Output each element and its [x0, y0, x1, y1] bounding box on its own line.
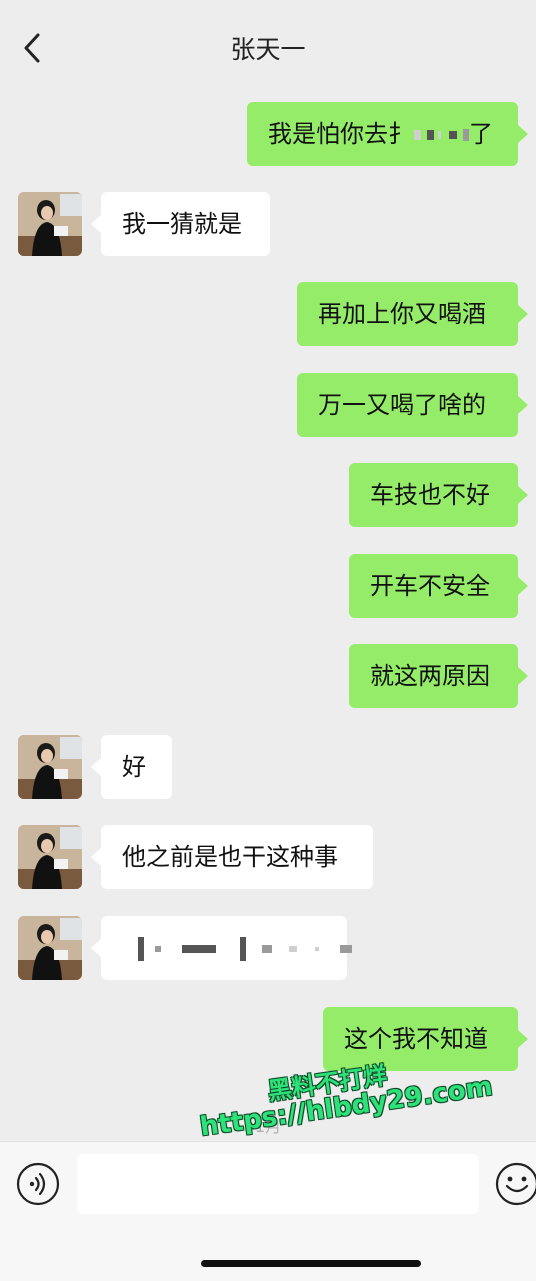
- message-text: 就这两原因: [370, 662, 490, 690]
- sent-message-bubble[interactable]: 我是怕你去扌 了: [247, 102, 528, 166]
- avatar[interactable]: [18, 825, 82, 889]
- message-list[interactable]: 我是怕你去扌 了 我一猜就是 再加上你又喝酒 万一又喝了啥的 车技也不好 开车不安…: [0, 86, 536, 1141]
- sent-message-bubble[interactable]: 就这两原因: [349, 644, 528, 708]
- message-text: 再加上你又喝酒: [318, 300, 486, 328]
- voice-icon: [16, 1162, 60, 1206]
- input-bar: [0, 1141, 536, 1281]
- message-input[interactable]: [77, 1154, 479, 1214]
- message-text: 他之前是也干这种事: [122, 843, 338, 871]
- message-text: 万一又喝了啥的: [318, 391, 486, 419]
- message-text: 开车不安全: [370, 572, 490, 600]
- sent-message-bubble[interactable]: 万一又喝了啥的: [297, 373, 528, 437]
- sent-message-bubble[interactable]: 再加上你又喝酒: [297, 282, 528, 346]
- message-text: 我一猜就是: [122, 210, 242, 238]
- sent-message-bubble[interactable]: 开车不安全: [349, 554, 528, 618]
- received-message-bubble[interactable]: 他之前是也干这种事: [91, 825, 373, 889]
- received-message-bubble[interactable]: 我一猜就是: [91, 192, 270, 256]
- sent-message-bubble[interactable]: 这个我不知道: [323, 1007, 528, 1071]
- sent-message-bubble[interactable]: 车技也不好: [349, 463, 528, 527]
- chat-header: 张天一: [0, 0, 536, 86]
- avatar[interactable]: [18, 192, 82, 256]
- message-text: 这个我不知道: [344, 1025, 488, 1053]
- avatar[interactable]: [18, 916, 82, 980]
- obscured-message-bubble[interactable]: [91, 916, 353, 980]
- message-text: 车技也不好: [370, 481, 490, 509]
- message-text-end: 了: [469, 120, 493, 148]
- emoji-icon: [495, 1162, 536, 1206]
- message-text: 我是怕你去扌: [268, 120, 412, 148]
- emoji-button[interactable]: [495, 1162, 536, 1206]
- timestamp: 1月: [254, 1117, 282, 1136]
- voice-button[interactable]: [16, 1162, 60, 1206]
- home-indicator[interactable]: [201, 1260, 421, 1267]
- chat-title: 张天一: [230, 35, 306, 64]
- avatar[interactable]: [18, 735, 82, 799]
- received-message-bubble[interactable]: 好: [91, 735, 172, 799]
- message-text: 好: [122, 753, 146, 781]
